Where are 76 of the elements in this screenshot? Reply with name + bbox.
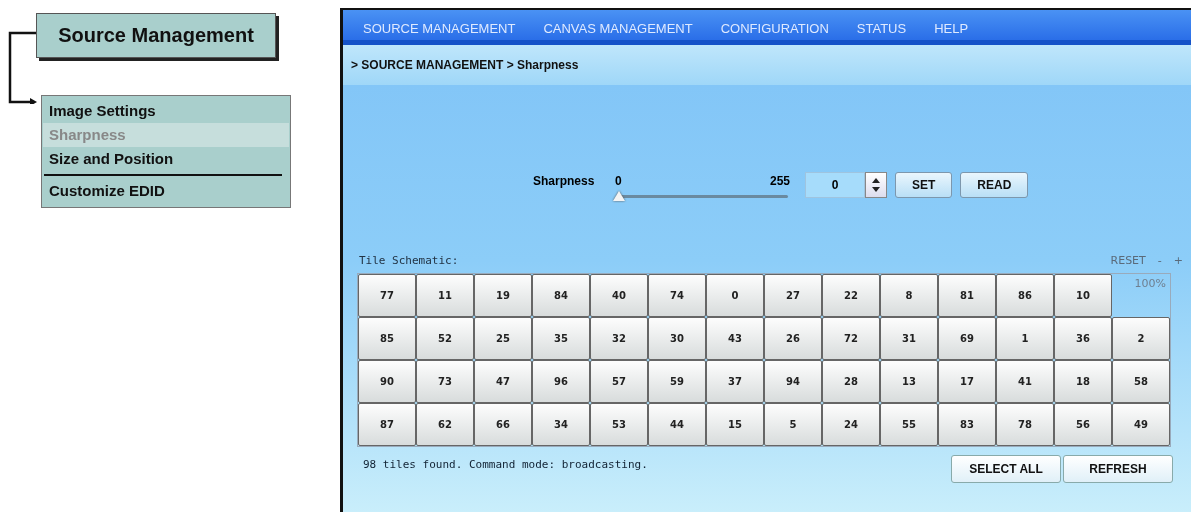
down-arrow-icon[interactable] [872,187,880,192]
tile-button[interactable]: 57 [590,360,648,403]
tile-button[interactable]: 81 [938,274,996,317]
tile-button[interactable]: 55 [880,403,938,446]
diagram-title: Source Management [36,13,276,58]
tile-button[interactable]: 47 [474,360,532,403]
tile-button[interactable]: 2 [1112,317,1170,360]
slider-max-label: 255 [769,174,790,188]
tile-button[interactable]: 35 [532,317,590,360]
tile-button[interactable]: 87 [358,403,416,446]
tile-button[interactable]: 44 [648,403,706,446]
tile-button[interactable]: 10 [1054,274,1112,317]
tile-button[interactable]: 32 [590,317,648,360]
zoom-level: 100% [1134,277,1166,290]
tile-button[interactable]: 8 [880,274,938,317]
tile-button[interactable]: 27 [764,274,822,317]
tile-button[interactable]: 26 [764,317,822,360]
action-button[interactable]: SELECT ALL [951,455,1061,483]
tile-button[interactable]: 17 [938,360,996,403]
tile-button[interactable]: 74 [648,274,706,317]
breadcrumb: > SOURCE MANAGEMENT > Sharpness [343,45,1191,85]
tile-button[interactable]: 15 [706,403,764,446]
tile-button[interactable]: 84 [532,274,590,317]
tile-button[interactable]: 22 [822,274,880,317]
tile-button[interactable]: 85 [358,317,416,360]
tile-button[interactable]: 62 [416,403,474,446]
tile-button[interactable]: 56 [1054,403,1112,446]
spinner-button[interactable] [865,172,887,198]
tile-button[interactable]: 19 [474,274,532,317]
tile-button[interactable]: 1 [996,317,1054,360]
tile-button[interactable]: 49 [1112,403,1170,446]
tile-button[interactable]: 11 [416,274,474,317]
tile-button[interactable]: 58 [1112,360,1170,403]
tile-button[interactable]: 25 [474,317,532,360]
sharpness-label: Sharpness [533,174,596,188]
slider-thumb[interactable] [613,191,625,201]
slider-min-label: 0 [615,174,622,188]
tile-button[interactable]: 24 [822,403,880,446]
tile-button[interactable]: 69 [938,317,996,360]
tile-button[interactable]: 90 [358,360,416,403]
tile-button[interactable]: 0 [706,274,764,317]
tile-button[interactable]: 66 [474,403,532,446]
tile-button[interactable]: 94 [764,360,822,403]
menu-item[interactable]: Size and Position [43,147,289,171]
tile-button[interactable]: 43 [706,317,764,360]
action-button[interactable]: REFRESH [1063,455,1173,483]
tile-button[interactable]: 77 [358,274,416,317]
up-arrow-icon[interactable] [872,178,880,183]
menu-item[interactable]: Customize EDID [43,179,289,203]
tile-button[interactable]: 5 [764,403,822,446]
tile-button[interactable]: 86 [996,274,1054,317]
tile-button[interactable]: 78 [996,403,1054,446]
menu-item[interactable]: Image Settings [43,99,289,123]
tile-button[interactable]: 18 [1054,360,1112,403]
slider-track[interactable] [613,190,788,202]
tile-button[interactable]: 36 [1054,317,1112,360]
tile-button[interactable]: 31 [880,317,938,360]
tile-button[interactable]: 34 [532,403,590,446]
tile-button[interactable]: 30 [648,317,706,360]
tile-button[interactable]: 73 [416,360,474,403]
tile-button[interactable]: 13 [880,360,938,403]
status-text: 98 tiles found. Command mode: broadcasting. [363,458,648,473]
tile-button[interactable]: 53 [590,403,648,446]
tile-button[interactable]: 28 [822,360,880,403]
tile-schematic-label: Tile Schematic: [359,254,459,267]
tile-button[interactable]: 41 [996,360,1054,403]
tile-button[interactable]: 83 [938,403,996,446]
tile-button[interactable]: 40 [590,274,648,317]
tile-button[interactable]: 52 [416,317,474,360]
tile-button[interactable]: 96 [532,360,590,403]
tile-button[interactable]: 59 [648,360,706,403]
action-button[interactable]: SET [895,172,953,198]
tile-button[interactable]: 72 [822,317,880,360]
tile-button[interactable]: 37 [706,360,764,403]
value-field[interactable]: 0 [805,172,865,198]
action-button[interactable]: READ [960,172,1029,198]
